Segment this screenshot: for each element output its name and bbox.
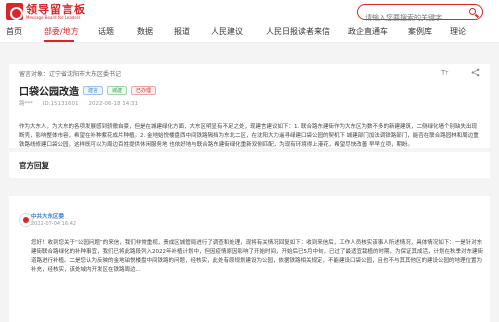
site-logo[interactable]: 领导留言板 Message Board for Leaders [6,3,86,20]
message-card: 留言对象：辽宁省沈阳市大东区委书记 口袋公园改造 建言 城建 已办理 TT 路*… [9,64,490,148]
nav-item-suggestions[interactable]: 人民建议 [211,26,243,37]
font-size-icon[interactable]: TT [441,69,448,77]
search-icon[interactable] [469,8,476,15]
message-time: 2022-06-18 14:31 [88,101,139,107]
nav-item-cases[interactable]: 案例库 [408,26,432,37]
nav-item-topics[interactable]: 话题 [98,26,114,37]
target-label: 留言对象： [19,71,50,78]
share-icon[interactable] [471,68,480,77]
reply-header-card: 官方回复 [9,152,490,178]
main-nav: 首页 部委/地方 话题 数据 报道 人民建议 人民日报读者来信 政企直通车 案例… [0,24,499,43]
brand-english: Message Board for Leaders [26,14,81,20]
nav-item-theory[interactable]: 理论 [450,26,466,37]
target-value[interactable]: 辽宁省沈阳市大东区委书记 [49,71,121,78]
tag-suggestion: 建言 [83,86,104,95]
author: 路*** [19,101,33,107]
reply-org-name: 中共大东区委 [31,214,65,220]
nav-item-data[interactable]: 数据 [137,26,153,37]
message-target: 留言对象：辽宁省沈阳市大东区委书记 [19,69,121,78]
nav-item-reports[interactable]: 报道 [174,26,190,37]
tag-urban: 城建 [107,86,128,95]
message-meta: 路*** ID:15131601 2022-06-18 14:31 [19,99,148,107]
reply-date: 2022-07-04 16:42 [31,221,77,227]
message-body: 作为大东人，为大东的各项发展感到骄傲自豪，但是在城建绿化方面，大东区明显有不足之… [19,124,479,148]
nav-item-enterprise[interactable]: 政企直通车 [348,26,388,37]
search-input[interactable] [358,11,466,25]
reply-section-title: 官方回复 [19,161,49,170]
search-box [357,4,483,25]
nav-item-letters[interactable]: 人民日报读者来信 [266,26,330,37]
top-header: 领导留言板 Message Board for Leaders [0,0,499,25]
message-title: 口袋公园改造 [19,87,79,98]
logo-icon [6,3,23,20]
nav-item-ministries-local[interactable]: 部委/地方 [44,26,79,37]
status-badge: 已办理 [131,86,157,95]
reply-body: 您好！收到您关于“公园问题”的来信，我们非常重视，责成区城管局进行了调查和处理，… [31,240,484,273]
message-id: ID:15131601 [42,101,79,107]
nav-active-underline [44,40,74,42]
nav-item-home[interactable]: 首页 [6,26,22,37]
reply-card: 中共大东区委 2022-07-04 16:42 您好！收到您关于“公园问题”的来… [9,196,490,322]
brand-name: 领导留言板 [26,2,86,16]
